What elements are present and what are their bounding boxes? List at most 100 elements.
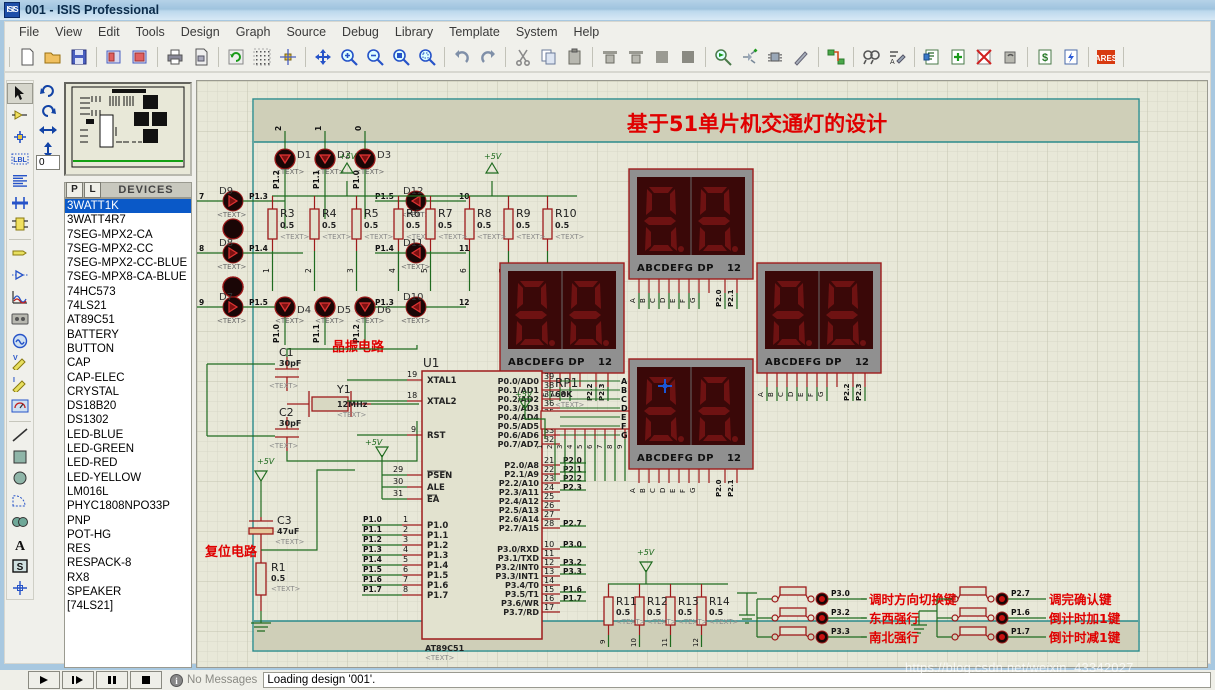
open-design-button[interactable] xyxy=(41,45,65,69)
menu-item-design[interactable]: Design xyxy=(173,23,228,41)
copy-button[interactable] xyxy=(537,45,561,69)
wire-label-mode-button[interactable]: LBL xyxy=(7,149,33,170)
menu-item-edit[interactable]: Edit xyxy=(90,23,128,41)
device-list-item[interactable]: 7SEG-MPX2-CC xyxy=(65,242,191,256)
bus-mode-button[interactable] xyxy=(7,192,33,213)
rotation-angle-field[interactable]: 0 xyxy=(36,155,60,170)
zoom-all-button[interactable] xyxy=(389,45,413,69)
menu-item-view[interactable]: View xyxy=(47,23,90,41)
device-list-item[interactable]: POT-HG xyxy=(65,528,191,542)
junction-dot-mode-button[interactable] xyxy=(7,127,33,148)
overview-panel[interactable] xyxy=(64,82,192,176)
exit-sheet-button[interactable] xyxy=(998,45,1022,69)
device-list-item[interactable]: 74HC573 xyxy=(65,285,191,299)
device-list-item[interactable]: CAP xyxy=(65,356,191,370)
remove-sheet-button[interactable] xyxy=(972,45,996,69)
mirror-horizontal-icon[interactable] xyxy=(36,120,60,140)
stop-button[interactable] xyxy=(130,671,162,689)
device-list-item[interactable]: BATTERY xyxy=(65,328,191,342)
bill-of-materials-button[interactable]: $ xyxy=(1033,45,1057,69)
subcircuit-mode-button[interactable] xyxy=(7,214,33,235)
block-copy-button[interactable] xyxy=(598,45,622,69)
menu-item-graph[interactable]: Graph xyxy=(228,23,279,41)
pick-devices-button[interactable]: P xyxy=(66,182,83,198)
zoom-area-button[interactable] xyxy=(415,45,439,69)
zoom-in-button[interactable] xyxy=(337,45,361,69)
paste-button[interactable] xyxy=(563,45,587,69)
play-button[interactable] xyxy=(28,671,60,689)
ares-button[interactable]: ARES xyxy=(1094,45,1118,69)
device-pin-mode-button[interactable] xyxy=(7,265,33,286)
device-list-item[interactable]: CRYSTAL xyxy=(65,385,191,399)
virtual-instrument-mode-button[interactable] xyxy=(7,396,33,417)
current-probe-mode-button[interactable]: I xyxy=(7,374,33,395)
terminals-mode-button[interactable] xyxy=(7,243,33,264)
marker-tool-button[interactable] xyxy=(7,577,33,598)
box-tool-button[interactable] xyxy=(7,446,33,467)
step-button[interactable] xyxy=(62,671,94,689)
menu-item-help[interactable]: Help xyxy=(566,23,608,41)
zoom-out-button[interactable] xyxy=(363,45,387,69)
device-list-item[interactable]: DS18B20 xyxy=(65,399,191,413)
menu-item-template[interactable]: Template xyxy=(441,23,508,41)
device-list-item[interactable]: CAP-ELEC xyxy=(65,371,191,385)
design-explorer-button[interactable] xyxy=(920,45,944,69)
library-manager-button[interactable]: L xyxy=(84,182,101,198)
export-section-button[interactable] xyxy=(128,45,152,69)
save-design-button[interactable] xyxy=(67,45,91,69)
packaging-tool-button[interactable] xyxy=(763,45,787,69)
device-list-item[interactable]: PNP xyxy=(65,514,191,528)
undo-button[interactable] xyxy=(450,45,474,69)
block-rotate-button[interactable] xyxy=(650,45,674,69)
voltage-probe-mode-button[interactable]: V xyxy=(7,352,33,373)
device-list-item[interactable]: LED-YELLOW xyxy=(65,471,191,485)
menu-item-source[interactable]: Source xyxy=(278,23,334,41)
text-tool-button[interactable]: A xyxy=(7,534,33,555)
device-list-item[interactable]: PHYC1808NPO33P xyxy=(65,499,191,513)
circle-tool-button[interactable] xyxy=(7,468,33,489)
rotate-clockwise-icon[interactable] xyxy=(36,100,60,120)
device-list-item[interactable]: 7SEG-MPX2-CA xyxy=(65,228,191,242)
generator-mode-button[interactable] xyxy=(7,330,33,351)
rotate-anticlockwise-icon[interactable] xyxy=(36,80,60,100)
menu-item-debug[interactable]: Debug xyxy=(334,23,387,41)
device-list-item[interactable]: SPEAKER xyxy=(65,585,191,599)
block-move-button[interactable] xyxy=(624,45,648,69)
property-assignment-button[interactable]: A xyxy=(885,45,909,69)
device-list-item[interactable]: 74LS21 xyxy=(65,299,191,313)
device-list-item[interactable]: 7SEG-MPX8-CA-BLUE xyxy=(65,270,191,284)
arc-tool-button[interactable] xyxy=(7,490,33,511)
schematic-canvas[interactable]: 基于51单片机交通灯的设计 D1 D2 D3 D4 D5 D6 D9 D8 D7… xyxy=(196,80,1208,668)
print-button[interactable] xyxy=(163,45,187,69)
electrical-rule-check-button[interactable] xyxy=(1059,45,1083,69)
make-device-button[interactable] xyxy=(737,45,761,69)
menu-item-system[interactable]: System xyxy=(508,23,566,41)
menu-item-tools[interactable]: Tools xyxy=(128,23,173,41)
device-list-item[interactable]: DS1302 xyxy=(65,413,191,427)
pick-device-button[interactable] xyxy=(711,45,735,69)
selection-mode-button[interactable] xyxy=(7,83,33,104)
pause-button[interactable] xyxy=(96,671,128,689)
graph-mode-button[interactable] xyxy=(7,286,33,307)
device-list-item[interactable]: 3WATT4R7 xyxy=(65,213,191,227)
menu-item-file[interactable]: File xyxy=(11,23,47,41)
device-list-item[interactable]: 3WATT1K xyxy=(65,199,191,214)
device-list-item[interactable]: RESPACK-8 xyxy=(65,556,191,570)
device-list-item[interactable]: RX8 xyxy=(65,571,191,585)
decompose-button[interactable] xyxy=(789,45,813,69)
devices-list[interactable]: 3WATT1K 3WATT4R7 7SEG-MPX2-CA 7SEG-MPX2-CC 7… xyxy=(64,198,192,668)
block-delete-button[interactable] xyxy=(676,45,700,69)
redraw-button[interactable] xyxy=(224,45,248,69)
new-design-button[interactable] xyxy=(15,45,39,69)
tape-recorder-mode-button[interactable] xyxy=(7,308,33,329)
closed-path-tool-button[interactable] xyxy=(7,512,33,533)
device-list-item[interactable]: LED-GREEN xyxy=(65,442,191,456)
cut-button[interactable] xyxy=(511,45,535,69)
device-list-item[interactable]: BUTTON xyxy=(65,342,191,356)
line-tool-button[interactable] xyxy=(7,424,33,445)
menu-item-library[interactable]: Library xyxy=(387,23,441,41)
device-list-item[interactable]: [74LS21] xyxy=(65,599,191,613)
device-list-item[interactable]: LED-RED xyxy=(65,456,191,470)
print-area-button[interactable] xyxy=(189,45,213,69)
device-list-item[interactable]: 7SEG-MPX2-CC-BLUE xyxy=(65,256,191,270)
